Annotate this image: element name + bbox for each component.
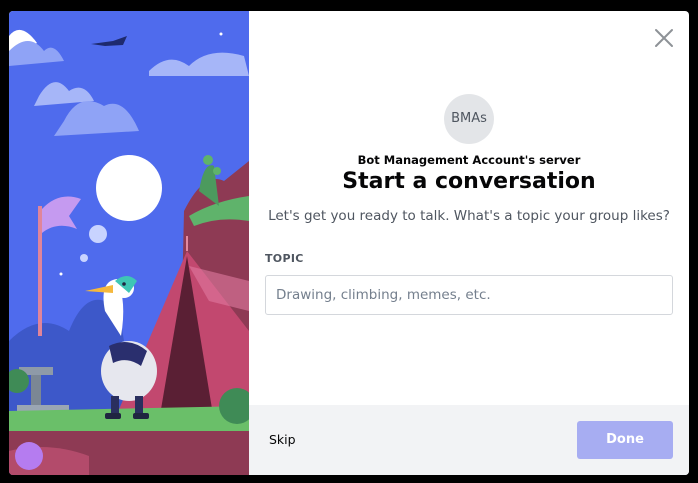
illustration-panel: [9, 11, 249, 475]
done-button[interactable]: Done: [577, 421, 673, 459]
modal-subtitle: Let's get you ready to talk. What's a to…: [268, 208, 670, 224]
modal-title: Start a conversation: [342, 169, 596, 194]
start-conversation-modal: BMAs Bot Management Account's server Sta…: [9, 11, 689, 475]
server-name: Bot Management Account's server: [357, 153, 581, 167]
close-icon: [655, 29, 673, 47]
illustration-bird-tent: [9, 11, 249, 475]
modal-footer: Skip Done: [249, 405, 689, 475]
skip-button[interactable]: Skip: [269, 432, 296, 447]
close-button[interactable]: [653, 27, 675, 49]
modal-content: BMAs Bot Management Account's server Sta…: [249, 11, 689, 475]
topic-label: TOPIC: [265, 252, 304, 265]
topic-input[interactable]: [265, 275, 673, 315]
server-icon: BMAs: [444, 94, 494, 144]
